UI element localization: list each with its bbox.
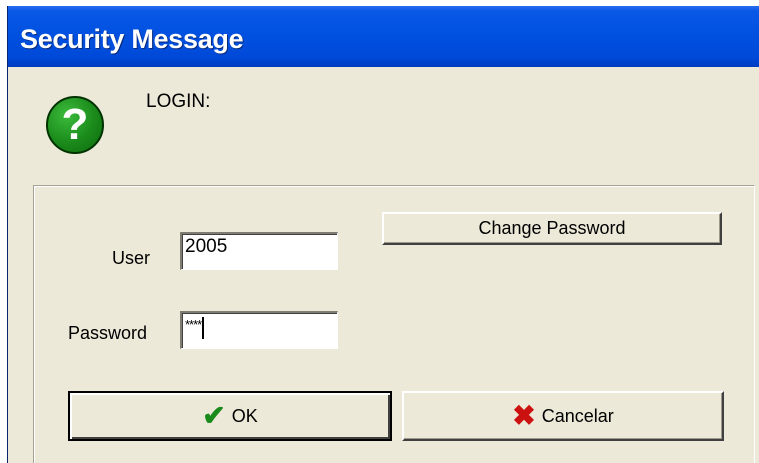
title-bar[interactable]: Security Message <box>8 6 759 67</box>
text-caret <box>202 317 205 339</box>
security-message-dialog: Security Message ? LOGIN: User 2005 Chan… <box>7 6 759 463</box>
password-field[interactable]: **** <box>180 311 338 349</box>
window-title: Security Message <box>20 24 244 54</box>
user-field[interactable]: 2005 <box>180 232 338 270</box>
password-field-value: **** <box>185 317 202 332</box>
ok-button-label: OK <box>231 405 258 426</box>
change-password-button[interactable]: Change Password <box>382 212 722 245</box>
ok-button[interactable]: ✔ OK <box>68 391 392 441</box>
change-password-label: Change Password <box>478 218 626 238</box>
user-label: User <box>112 248 151 268</box>
question-icon: ? <box>46 96 104 154</box>
checkmark-icon: ✔ <box>202 400 226 431</box>
cancel-button-label: Cancelar <box>541 405 614 426</box>
message-label: LOGIN: <box>146 91 211 112</box>
password-label: Password <box>68 323 148 343</box>
user-field-value: 2005 <box>185 236 228 257</box>
x-icon: ✖ <box>512 400 536 431</box>
cancel-button[interactable]: ✖ Cancelar <box>402 391 724 441</box>
